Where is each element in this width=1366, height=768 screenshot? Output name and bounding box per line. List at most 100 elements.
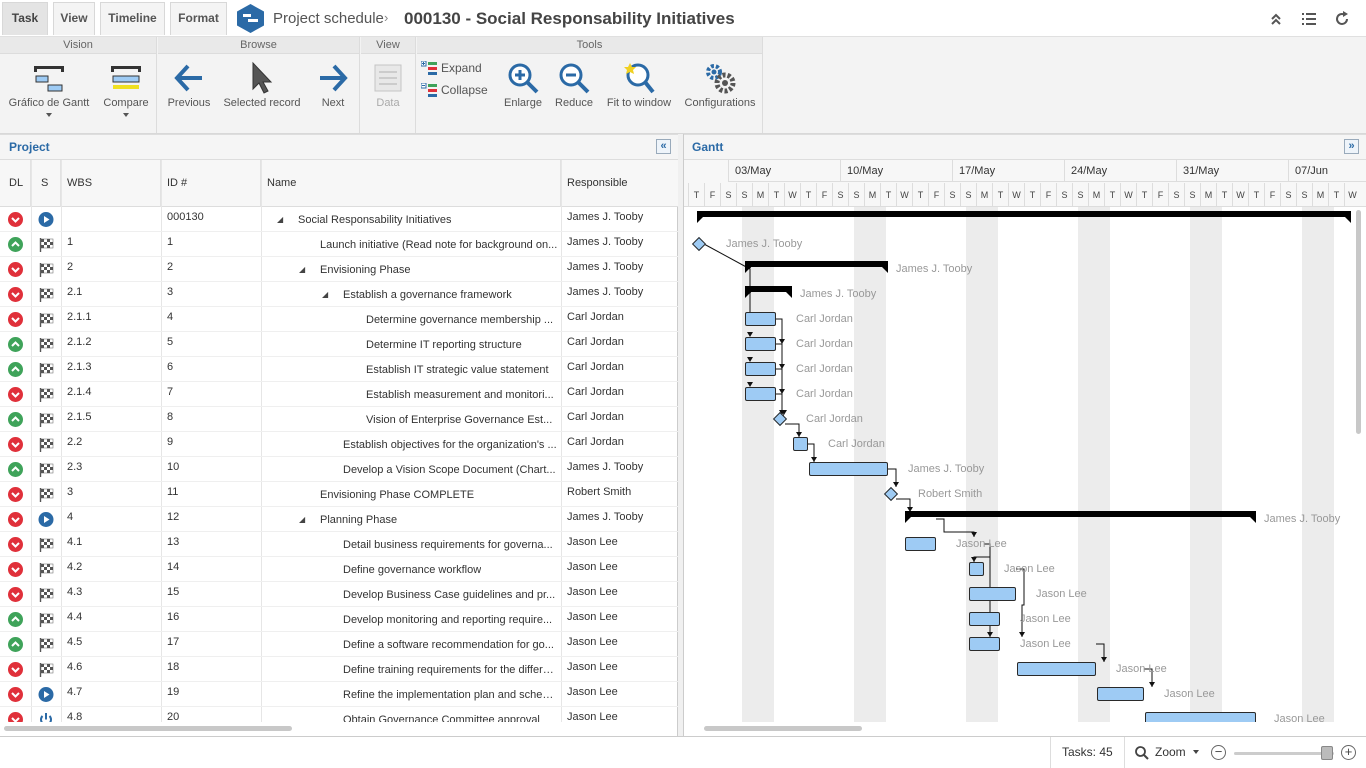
chevron-down-icon[interactable]	[8, 562, 23, 577]
table-row[interactable]: 2.1.1 4 Determine governance membership ..…	[0, 307, 678, 332]
gantt-task-bar[interactable]	[745, 362, 776, 376]
tab-view[interactable]: View	[53, 2, 95, 35]
table-row[interactable]: 1 1 Launch initiative (Read note for backg…	[0, 232, 678, 257]
gantt-task-bar[interactable]	[793, 437, 808, 451]
expand-toggle-icon[interactable]: ◢	[299, 265, 305, 274]
chevron-down-icon[interactable]	[8, 262, 23, 277]
collapse-up-icon[interactable]	[1267, 10, 1285, 28]
zoom-out-icon[interactable]: −	[1211, 745, 1226, 760]
chevron-up-icon[interactable]	[8, 237, 23, 252]
chevron-down-icon[interactable]	[8, 712, 23, 722]
gantt-task-bar[interactable]	[905, 537, 936, 551]
collapse-button[interactable]: Collapse	[421, 81, 488, 99]
chevron-down-icon[interactable]	[8, 487, 23, 502]
chevron-down-icon[interactable]	[8, 287, 23, 302]
gantt-task-bar[interactable]	[1017, 662, 1096, 676]
table-row[interactable]: 2.1.4 7 Establish measurement and monitori…	[0, 382, 678, 407]
table-row[interactable]: 4.6 18 Define training requirements for th…	[0, 657, 678, 682]
gantt-task-bar[interactable]	[969, 587, 1016, 601]
table-row[interactable]: 2.1.2 5 Determine IT reporting structure Ca…	[0, 332, 678, 357]
zoom-in-icon[interactable]: +	[1341, 745, 1356, 760]
table-row[interactable]: 4.2 14 Define governance workflow Jason Lee	[0, 557, 678, 582]
gantt-task-bar[interactable]	[809, 462, 888, 476]
chevron-down-icon[interactable]	[8, 437, 23, 452]
zoom-slider-handle[interactable]	[1321, 746, 1333, 760]
table-row[interactable]: 2.3 10 Develop a Vision Scope Document (Ch…	[0, 457, 678, 482]
previous-button[interactable]: Previous	[162, 57, 216, 133]
chevron-down-icon[interactable]	[8, 387, 23, 402]
gantt-task-bar[interactable]	[969, 637, 1000, 651]
gantt-task-bar[interactable]	[745, 387, 776, 401]
table-row[interactable]: 4 12 ◢ Planning Phase James J. Tooby	[0, 507, 678, 532]
chevron-up-icon[interactable]	[8, 462, 23, 477]
column-header-name[interactable]: Name	[261, 160, 561, 207]
collapse-panel-icon[interactable]: «	[656, 139, 671, 154]
data-button[interactable]: Data	[363, 57, 413, 133]
expand-toggle-icon[interactable]: ◢	[299, 515, 305, 524]
fit-to-window-button[interactable]: Fit to window	[604, 57, 674, 133]
expand-toggle-icon[interactable]: ◢	[277, 215, 283, 224]
chevron-down-icon[interactable]	[8, 312, 23, 327]
horizontal-scrollbar[interactable]	[4, 726, 292, 731]
zoom-slider[interactable]	[1234, 752, 1334, 755]
chevron-up-icon[interactable]	[8, 637, 23, 652]
gantt-task-bar[interactable]	[1097, 687, 1144, 701]
zoom-dropdown[interactable]: Zoom	[1124, 737, 1210, 768]
tab-format[interactable]: Format	[170, 2, 227, 35]
chevron-up-icon[interactable]	[8, 412, 23, 427]
chevron-down-icon[interactable]	[8, 537, 23, 552]
breadcrumb[interactable]: Project schedule	[273, 10, 384, 27]
column-header-dl[interactable]: DL	[0, 160, 31, 207]
table-row[interactable]: 2.1 3 ◢ Establish a governance framework Jam…	[0, 282, 678, 307]
gantt-task-bar[interactable]	[969, 562, 984, 576]
gantt-summary-bar[interactable]	[745, 261, 888, 273]
gantt-summary-bar[interactable]	[905, 511, 1256, 523]
column-header-wbs[interactable]: WBS	[61, 160, 161, 207]
compare-button[interactable]: Compare	[100, 57, 152, 133]
chevron-up-icon[interactable]	[8, 337, 23, 352]
chevron-up-icon[interactable]	[8, 362, 23, 377]
table-row[interactable]: 4.4 16 Develop monitoring and reporting re…	[0, 607, 678, 632]
table-row[interactable]: 4.5 17 Define a software recommendation fo…	[0, 632, 678, 657]
reduce-button[interactable]: Reduce	[552, 57, 596, 133]
expand-panel-icon[interactable]: »	[1344, 139, 1359, 154]
table-row[interactable]: 3 11 Envisioning Phase COMPLETE Robert Smit…	[0, 482, 678, 507]
selected-record-button[interactable]: Selected record	[220, 57, 304, 133]
chevron-down-icon[interactable]	[8, 212, 23, 227]
next-button[interactable]: Next	[308, 57, 358, 133]
chevron-up-icon[interactable]	[8, 612, 23, 627]
chevron-down-icon[interactable]	[8, 687, 23, 702]
gantt-task-bar[interactable]	[969, 612, 1000, 626]
column-header-id[interactable]: ID #	[161, 160, 261, 207]
table-row[interactable]: 4.8 20 Obtain Governance Committee approva…	[0, 707, 678, 722]
chevron-down-icon[interactable]	[8, 587, 23, 602]
vertical-scrollbar[interactable]	[1356, 210, 1361, 434]
table-row[interactable]: 2.1.3 6 Establish IT strategic value state…	[0, 357, 678, 382]
gantt-task-bar[interactable]	[745, 337, 776, 351]
expand-toggle-icon[interactable]: ◢	[322, 290, 328, 299]
table-row[interactable]: 4.1 13 Detail business requirements for go…	[0, 532, 678, 557]
gantt-chart-button[interactable]: Gráfico de Gantt	[2, 57, 96, 133]
tab-timeline[interactable]: Timeline	[100, 2, 165, 35]
chevron-down-icon[interactable]	[8, 512, 23, 527]
gantt-summary-bar[interactable]	[697, 211, 1351, 223]
table-row[interactable]: 4.3 15 Develop Business Case guidelines an…	[0, 582, 678, 607]
horizontal-scrollbar[interactable]	[704, 726, 862, 731]
tab-task[interactable]: Task	[2, 2, 48, 35]
table-row[interactable]: 4.7 19 Refine the implementation plan and …	[0, 682, 678, 707]
table-row[interactable]: 000130 ◢ Social Responsability Initiatives…	[0, 207, 678, 232]
configurations-button[interactable]: Configurations	[681, 57, 759, 133]
column-header-s[interactable]: S	[31, 160, 61, 207]
enlarge-button[interactable]: Enlarge	[501, 57, 545, 133]
gantt-summary-bar[interactable]	[745, 286, 792, 298]
table-row[interactable]: 2.2 9 Establish objectives for the organiz…	[0, 432, 678, 457]
task-name-cell[interactable]: Obtain Governance Committee approval	[343, 714, 540, 722]
list-icon[interactable]	[1300, 10, 1318, 28]
gantt-task-bar[interactable]	[745, 312, 776, 326]
expand-button[interactable]: Expand	[421, 59, 482, 77]
table-row[interactable]: 2.1.5 8 Vision of Enterprise Governance Es…	[0, 407, 678, 432]
table-row[interactable]: 2 2 ◢ Envisioning Phase James J. Tooby	[0, 257, 678, 282]
gantt-task-bar[interactable]	[1145, 712, 1256, 722]
column-header-responsible[interactable]: Responsible	[561, 160, 678, 207]
refresh-icon[interactable]	[1333, 10, 1351, 28]
